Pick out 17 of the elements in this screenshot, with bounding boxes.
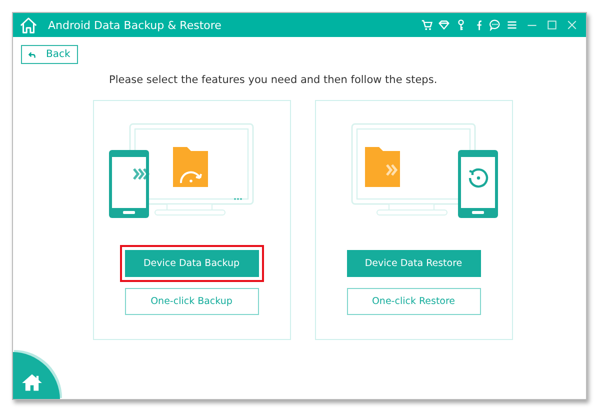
key-icon[interactable]: [455, 19, 467, 31]
menu-icon[interactable]: [506, 19, 518, 31]
secondary-action-button[interactable]: One-click Backup: [124, 288, 258, 315]
cart-icon[interactable]: [421, 19, 433, 31]
maximize-icon[interactable]: [546, 19, 558, 31]
secondary-action-button[interactable]: One-click Restore: [346, 288, 480, 315]
close-icon[interactable]: [566, 19, 578, 31]
window-title: Android Data Backup & Restore: [48, 18, 222, 32]
primary-action-button[interactable]: Device Data Backup: [124, 250, 258, 277]
home-button[interactable]: [13, 352, 60, 399]
back-button[interactable]: Back: [21, 45, 78, 64]
instruction-text: Please select the features you need and then follow the steps.: [109, 74, 438, 86]
primary-action-button[interactable]: Device Data Restore: [346, 250, 480, 277]
diamond-icon[interactable]: [438, 19, 450, 31]
home-icon: [19, 16, 38, 34]
chat-icon[interactable]: [489, 19, 501, 31]
back-arrow-icon: [28, 50, 36, 58]
